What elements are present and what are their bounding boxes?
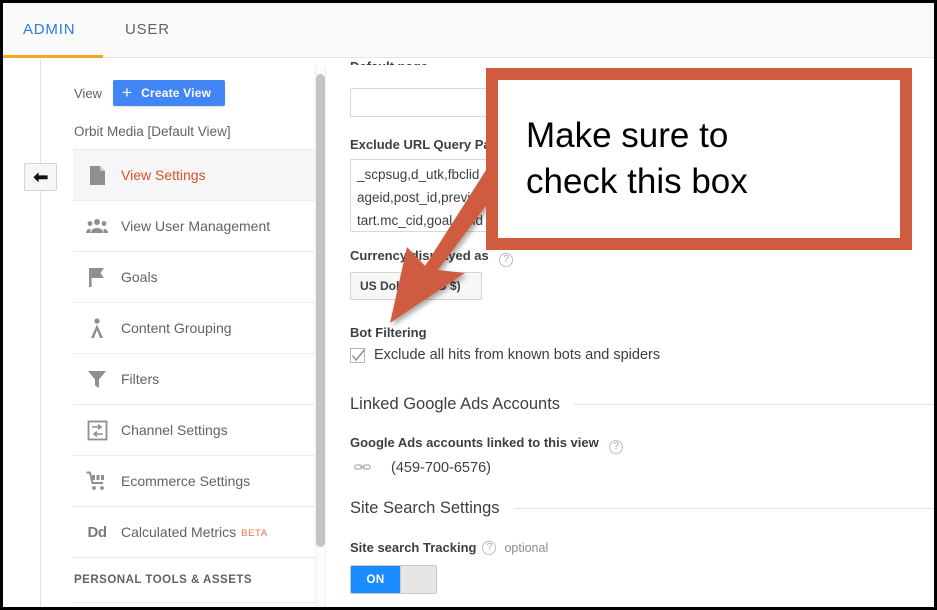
linked-ads-account-number: (459-700-6576) bbox=[391, 460, 491, 476]
bot-filtering-checkbox[interactable] bbox=[350, 347, 366, 363]
admin-tab-bar: ADMIN USER bbox=[3, 3, 934, 58]
cart-icon bbox=[73, 471, 121, 491]
sidebar-item-label: Calculated Metrics BETA bbox=[121, 524, 268, 540]
sidebar-item-label: View User Management bbox=[121, 218, 271, 234]
help-icon[interactable]: ? bbox=[609, 439, 624, 454]
help-icon[interactable]: ? bbox=[499, 252, 514, 267]
clipped-field-label: Default page bbox=[350, 59, 530, 65]
sidebar-scrollbar-thumb[interactable] bbox=[316, 74, 325, 547]
active-tab-indicator bbox=[3, 55, 103, 58]
view-label: View bbox=[74, 85, 102, 101]
people-icon bbox=[73, 218, 121, 234]
section-divider bbox=[513, 508, 934, 509]
linked-ads-label-row: Google Ads accounts linked to this view … bbox=[350, 434, 624, 454]
sidebar-item-label: Filters bbox=[121, 371, 160, 387]
view-header: View + Create View bbox=[73, 73, 315, 113]
site-search-section-title: Site Search Settings bbox=[350, 499, 500, 517]
sidebar-item-view-user-management[interactable]: View User Management bbox=[73, 201, 315, 252]
calculated-metrics-label: Calculated Metrics bbox=[121, 524, 237, 540]
bot-filtering-row[interactable]: Exclude all hits from known bots and spi… bbox=[350, 347, 660, 363]
site-search-toggle[interactable]: ON bbox=[350, 565, 437, 594]
sidebar-item-label: Ecommerce Settings bbox=[121, 473, 251, 489]
dd-icon: Dd bbox=[87, 523, 108, 541]
annotation-line-2: check this box bbox=[526, 162, 748, 201]
currency-label: Currency displayed as bbox=[350, 248, 489, 263]
document-icon bbox=[73, 165, 121, 186]
annotation-callout: Make sure to check this box bbox=[486, 68, 912, 250]
sidebar-item-calculated-metrics[interactable]: Dd Calculated Metrics BETA bbox=[73, 507, 315, 558]
link-icon bbox=[354, 459, 371, 477]
site-search-label: Site search Tracking bbox=[350, 540, 477, 555]
sidebar-item-label: Goals bbox=[121, 269, 158, 285]
sidebar-item-goals[interactable]: Goals bbox=[73, 252, 315, 303]
admin-sidebar: View + Create View Orbit Media [Default … bbox=[73, 73, 315, 607]
flag-icon bbox=[73, 267, 121, 288]
current-view-name[interactable]: Orbit Media [Default View] bbox=[73, 113, 315, 150]
sidebar-item-view-settings[interactable]: View Settings bbox=[73, 150, 315, 201]
section-divider bbox=[574, 404, 934, 405]
site-search-optional-tag: optional bbox=[504, 540, 549, 555]
help-icon[interactable]: ? bbox=[482, 540, 497, 555]
site-search-label-row: Site search Tracking ? optional bbox=[350, 540, 548, 555]
sidebar-item-ecommerce-settings[interactable]: Ecommerce Settings bbox=[73, 456, 315, 507]
annotation-line-1: Make sure to bbox=[526, 116, 729, 155]
site-search-section-header: Site Search Settings bbox=[350, 499, 934, 518]
sidebar-item-content-grouping[interactable]: Content Grouping bbox=[73, 303, 315, 354]
funnel-icon bbox=[73, 369, 121, 389]
toggle-on-label: ON bbox=[351, 566, 400, 593]
screenshot-root: ADMIN USER View + Create View Orbit Medi… bbox=[0, 0, 937, 610]
back-arrow-icon bbox=[32, 171, 49, 184]
toggle-off-track bbox=[400, 566, 436, 593]
sidebar-item-label: Content Grouping bbox=[121, 320, 232, 336]
create-view-label: Create View bbox=[141, 86, 212, 100]
sidebar-section-personal-tools: PERSONAL TOOLS & ASSETS bbox=[73, 558, 315, 603]
annotation-callout-inner: Make sure to check this box bbox=[498, 80, 900, 238]
back-button[interactable] bbox=[24, 163, 57, 191]
tab-user[interactable]: USER bbox=[125, 21, 170, 38]
sidebar-item-label: View Settings bbox=[121, 167, 206, 183]
linked-ads-section-header: Linked Google Ads Accounts bbox=[350, 395, 934, 414]
tab-admin[interactable]: ADMIN bbox=[23, 21, 75, 38]
plus-icon: + bbox=[121, 82, 133, 102]
channel-icon bbox=[73, 420, 121, 441]
checkmark-icon bbox=[351, 348, 366, 361]
sidebar-item-channel-settings[interactable]: Channel Settings bbox=[73, 405, 315, 456]
rail-divider bbox=[40, 59, 41, 607]
create-view-button[interactable]: + Create View bbox=[112, 80, 226, 106]
linked-ads-account-row[interactable]: (459-700-6576) bbox=[354, 459, 491, 477]
currency-select[interactable]: US Dollar (USD $) bbox=[350, 272, 482, 300]
linked-ads-label: Google Ads accounts linked to this view bbox=[350, 435, 599, 450]
sidebar-item-filters[interactable]: Filters bbox=[73, 354, 315, 405]
linked-ads-section-title: Linked Google Ads Accounts bbox=[350, 395, 561, 413]
bot-filtering-label: Bot Filtering bbox=[350, 325, 427, 340]
content-grouping-icon bbox=[73, 317, 121, 339]
sidebar-item-label: Channel Settings bbox=[121, 422, 228, 438]
beta-badge: BETA bbox=[241, 528, 268, 539]
bot-filtering-checkbox-label: Exclude all hits from known bots and spi… bbox=[374, 347, 661, 363]
